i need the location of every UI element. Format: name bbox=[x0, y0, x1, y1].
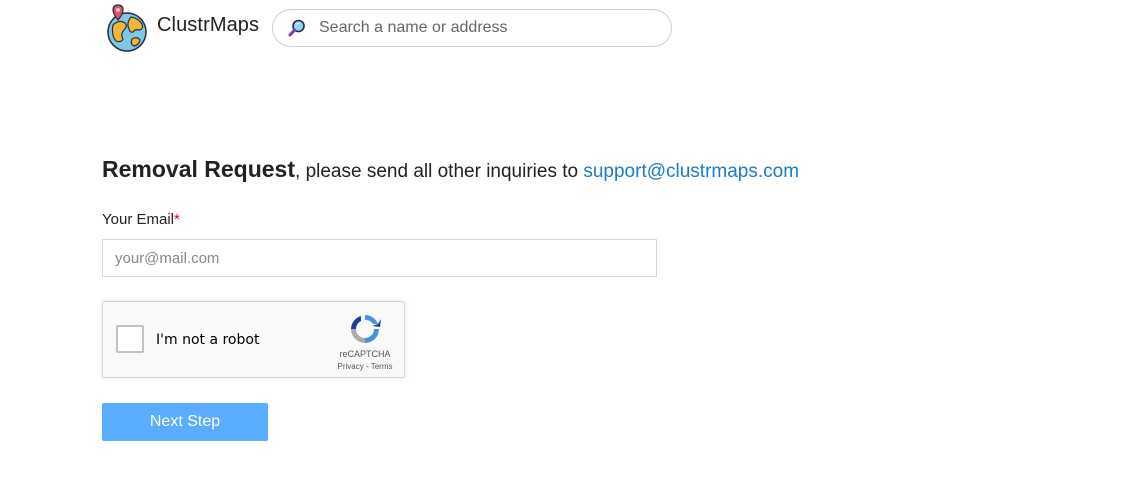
recaptcha-links: Privacy - Terms bbox=[333, 362, 397, 371]
recaptcha-label: I'm not a robot bbox=[156, 332, 260, 348]
support-email-link[interactable]: support@clustrmaps.com bbox=[583, 161, 799, 182]
recaptcha-widget: I'm not a robot reCAPTCHA Privacy - Term… bbox=[102, 301, 405, 378]
links-separator: - bbox=[363, 362, 371, 371]
email-label-text: Your Email bbox=[102, 211, 174, 228]
email-field[interactable] bbox=[102, 239, 657, 277]
required-mark: * bbox=[173, 211, 180, 228]
page-title: Removal Request, please send all other i… bbox=[102, 156, 799, 183]
next-step-button[interactable]: Next Step bbox=[102, 403, 268, 441]
recaptcha-icon bbox=[351, 315, 381, 343]
email-label: Your Email* bbox=[102, 211, 180, 228]
brand-name[interactable]: ClustrMaps bbox=[157, 14, 259, 37]
privacy-link[interactable]: Privacy bbox=[338, 362, 364, 371]
recaptcha-checkbox[interactable] bbox=[116, 325, 144, 353]
magnifier-icon bbox=[287, 18, 307, 38]
recaptcha-brand: reCAPTCHA bbox=[339, 349, 391, 359]
search-input[interactable] bbox=[319, 13, 649, 43]
globe-pin-icon[interactable] bbox=[104, 3, 150, 53]
search-bar[interactable] bbox=[272, 9, 672, 47]
page: ClustrMaps Removal Request, please send … bbox=[0, 0, 1125, 484]
title-text: , please send all other inquiries to bbox=[295, 161, 584, 182]
title-strong: Removal Request bbox=[102, 156, 296, 182]
terms-link[interactable]: Terms bbox=[371, 362, 393, 371]
